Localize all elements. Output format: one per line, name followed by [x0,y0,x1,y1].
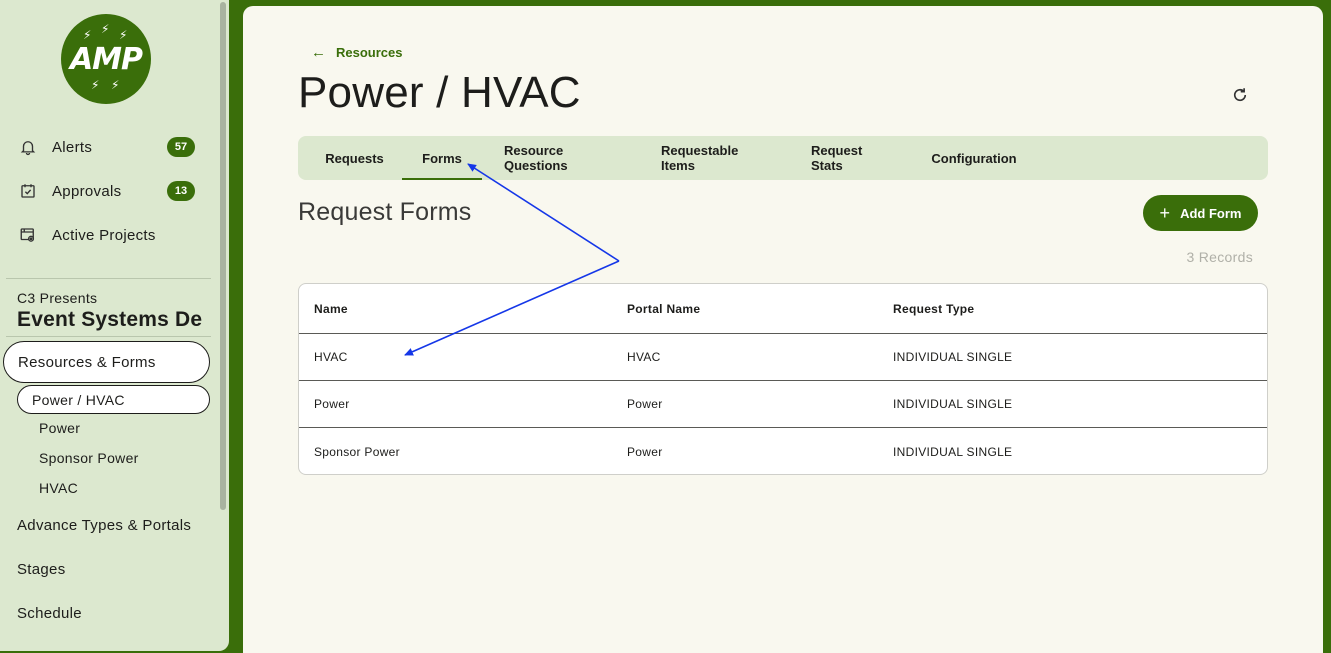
sidebar-subitem-hvac[interactable]: HVAC [39,480,78,496]
org-subtitle: C3 Presents [17,290,98,306]
refresh-icon[interactable] [1229,84,1251,106]
sidebar-nav: Alerts 57 Approvals 13 Active Projects [0,125,212,257]
sidebar-item-alerts[interactable]: Alerts 57 [0,125,212,169]
tab-request-stats[interactable]: Request Stats [811,136,893,180]
cell-portal-name: Power [627,444,663,459]
add-form-button[interactable]: + Add Form [1143,195,1258,231]
cell-request-type: INDIVIDUAL SINGLE [893,350,1013,364]
table-header-row: Name Portal Name Request Type [299,284,1267,334]
records-count: 3 Records [1186,249,1253,265]
plus-icon: + [1159,202,1171,223]
sidebar-item-approvals[interactable]: Approvals 13 [0,169,212,213]
sidebar-item-active-projects[interactable]: Active Projects [0,213,212,257]
bolt-icon: ⚡ [119,28,128,42]
logo-text: AMP [69,41,143,77]
sidebar-item-resources-forms[interactable]: Resources & Forms [3,341,210,383]
cell-portal-name: HVAC [627,350,661,364]
sidebar-item-label: Active Projects [52,226,156,244]
org-title: Event Systems De [17,308,202,331]
tab-requestable-items[interactable]: Requestable Items [661,136,771,180]
sidebar-divider [6,278,211,279]
sidebar-subitem-power[interactable]: Power [39,420,80,436]
bell-icon [18,137,38,157]
sidebar-item-schedule[interactable]: Schedule [17,605,82,622]
arrow-left-icon: ← [311,44,326,61]
sidebar-item-advance-types[interactable]: Advance Types & Portals [17,517,191,534]
tab-resource-questions[interactable]: Resource Questions [504,136,620,180]
tab-configuration[interactable]: Configuration [931,136,1016,180]
cell-request-type: INDIVIDUAL SINGLE [893,397,1013,411]
main-panel: ← Resources Power / HVAC Requests Forms … [243,6,1323,653]
sidebar-divider [6,336,211,337]
sidebar-scrollbar[interactable] [220,2,226,510]
sidebar-item-label: Approvals [52,182,122,200]
sidebar-subitem-sponsor-power[interactable]: Sponsor Power [39,450,139,466]
table-row[interactable]: HVAC HVAC INDIVIDUAL SINGLE [299,334,1267,381]
column-header-name[interactable]: Name [314,284,348,333]
add-form-button-label: Add Form [1180,205,1242,221]
project-view-icon [18,225,38,245]
tab-requests[interactable]: Requests [325,136,384,180]
sidebar: ⚡ ⚡ ⚡ AMP ⚡ ⚡ Alerts 57 Approvals 13 Act… [0,0,229,651]
table-row[interactable]: Power Power INDIVIDUAL SINGLE [299,381,1267,428]
amp-logo[interactable]: ⚡ ⚡ ⚡ AMP ⚡ ⚡ [61,14,151,104]
column-header-request-type[interactable]: Request Type [893,284,974,333]
bolt-icon: ⚡ [111,78,120,92]
cell-portal-name: Power [627,397,663,411]
sidebar-item-stages[interactable]: Stages [17,561,66,578]
column-header-portal-name[interactable]: Portal Name [627,284,700,333]
cell-name: HVAC [314,350,348,364]
back-link[interactable]: ← Resources [311,44,402,61]
calendar-check-icon [18,181,38,201]
tab-forms[interactable]: Forms [402,136,482,180]
cell-name: Sponsor Power [314,444,400,459]
cell-request-type: INDIVIDUAL SINGLE [893,444,1013,459]
page-title: Power / HVAC [298,68,581,117]
forms-table: Name Portal Name Request Type HVAC HVAC … [298,283,1268,475]
tab-bar: Requests Forms Resource Questions Reques… [298,136,1268,180]
cell-name: Power [314,397,350,411]
section-title: Request Forms [298,198,472,226]
sidebar-item-power-hvac[interactable]: Power / HVAC [17,385,210,414]
bolt-icon: ⚡ [83,28,92,42]
alerts-count-badge: 57 [167,137,195,157]
bolt-icon: ⚡ [91,78,100,92]
approvals-count-badge: 13 [167,181,195,201]
bolt-icon: ⚡ [101,22,110,36]
sidebar-item-label: Alerts [52,138,93,156]
table-row[interactable]: Sponsor Power Power INDIVIDUAL SINGLE [299,428,1267,474]
back-link-label: Resources [336,45,403,60]
